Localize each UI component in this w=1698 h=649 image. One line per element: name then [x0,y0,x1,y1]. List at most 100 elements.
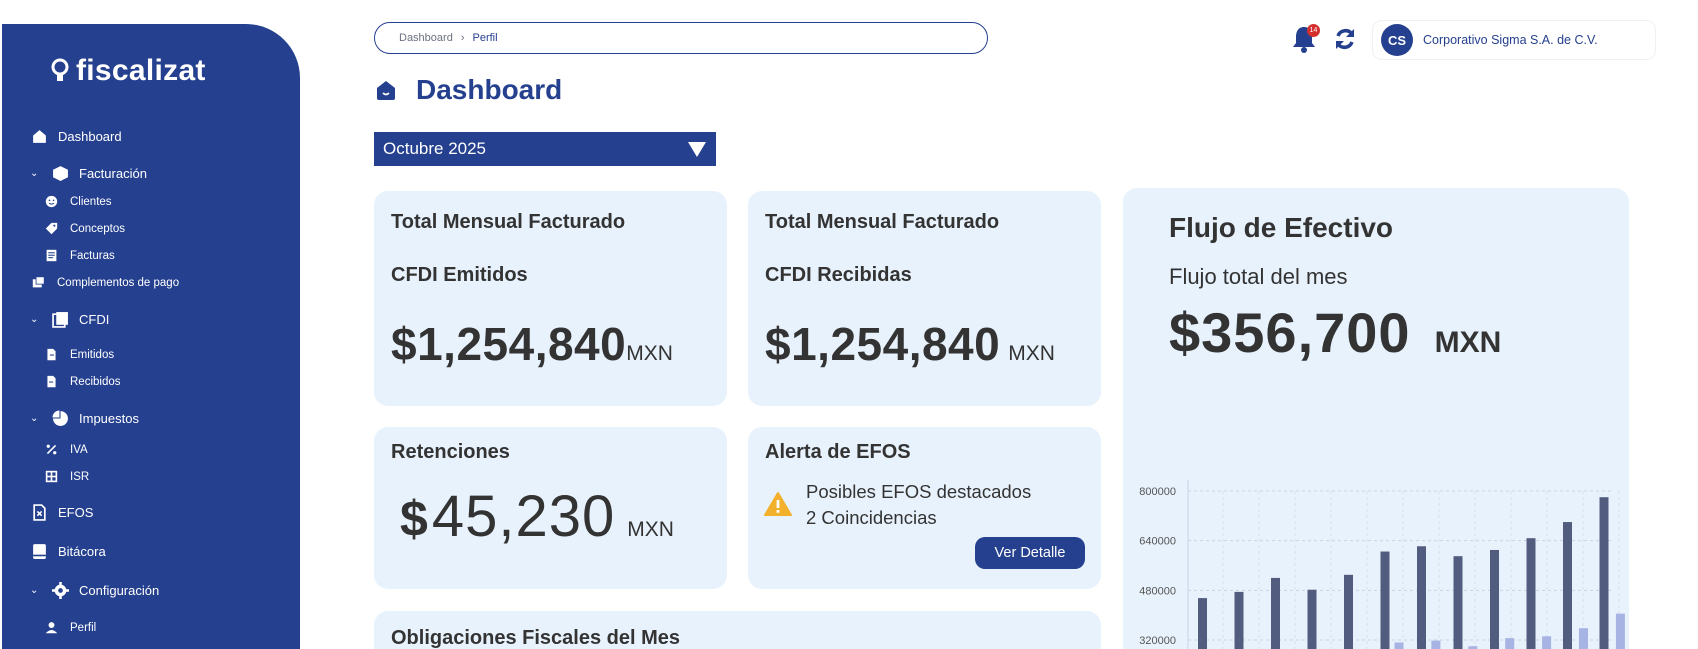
efos-line-2: 2 Coincidencias [806,507,937,528]
user-menu[interactable]: CS Corporativo Sigma S.A. de C.V. [1372,20,1656,60]
month-select[interactable]: Octubre 2025 [374,132,716,166]
sidebar-item-label: Recibidos [70,375,121,388]
caret-down-icon [688,141,706,157]
breadcrumb: Dashboard › Perfil [374,22,988,54]
chevron-down-icon[interactable]: ⌄ [30,413,40,424]
card-amount: 45,230 [431,484,616,549]
percent-icon [46,444,57,455]
notification-bell-button[interactable]: 14 [1290,24,1320,54]
page-title-text: Dashboard [416,74,563,105]
card-title: Retenciones [391,441,510,463]
user-name: Corporativo Sigma S.A. de C.V. [1423,33,1598,47]
sidebar-item-facturación[interactable]: ⌄ Facturación [30,165,147,182]
file-in-icon [47,375,56,388]
card-title: Flujo de Efectivo [1169,212,1394,243]
breadcrumb-item-dashboard[interactable]: Dashboard [399,32,453,44]
chevron-down-icon[interactable]: ⌄ [30,168,40,179]
card-subtitle: CFDI Emitidos [391,264,528,286]
sidebar-item-clientes[interactable]: Clientes [45,195,112,208]
bar-series-1 [1453,556,1463,649]
month-select-value: Octubre 2025 [383,139,487,158]
tag-icon [45,222,58,235]
sidebar-item-iva[interactable]: IVA [45,443,88,456]
card-title: Total Mensual Facturado [765,211,1000,233]
smile-icon [45,195,58,208]
sidebar-item-label: CFDI [79,312,110,327]
sidebar-item-label: Perfil [70,621,97,634]
y-tick-label: 640000 [1139,536,1176,548]
notification-count-badge: 14 [1307,24,1320,37]
sidebar-item-label: EFOS [58,505,94,520]
sidebar-item-configuración[interactable]: ⌄ Configuración [30,582,159,599]
card-retenciones: Retenciones $ 45,230 MXN [374,427,727,589]
chevron-right-icon: › [460,32,465,44]
bar-series-1 [1234,591,1244,649]
sidebar-item-label: Complementos de pago [57,276,180,289]
card-title: Total Mensual Facturado [391,211,626,233]
bar-series-2 [1579,628,1588,649]
sidebar-item-label: ISR [70,470,90,483]
card-amount: $356,700 [1169,301,1411,364]
card-cfdi-recibidas: Total Mensual Facturado CFDI Recibidas $… [748,191,1101,406]
breadcrumb-item-perfil: Perfil [472,32,498,44]
bar-series-1 [1526,538,1536,649]
card-amount: $1,254,840 [391,318,627,370]
page-title: Dashboard [374,74,562,106]
bar-series-2 [1431,640,1441,649]
sidebar-item-efos[interactable]: EFOS [31,504,93,521]
flujo-bar-chart: 800000 640000 480000 320000 [1139,480,1625,649]
bar-series-1 [1563,522,1572,649]
card-unit: MXN [626,342,673,365]
sidebar-item-emitidos[interactable]: Emitidos [45,348,114,361]
sidebar-item-label: Facturación [79,166,147,181]
sidebar-item-label: Facturas [70,249,115,262]
sidebar-item-perfil[interactable]: Perfil [45,621,96,634]
brand-logo[interactable]: fiscalizat [50,54,206,88]
refresh-button[interactable] [1332,26,1358,52]
card-obligaciones-fiscales: Obligaciones Fiscales del Mes [374,611,1101,649]
document-stack-icon [52,312,68,328]
sidebar-item-conceptos[interactable]: Conceptos [45,222,125,235]
chevron-down-icon[interactable]: ⌄ [30,314,40,325]
sidebar-item-bitácora[interactable]: Bitácora [31,543,106,560]
bar-series-1 [1380,551,1390,649]
y-tick-label: 480000 [1139,585,1176,597]
efos-line-1: Posibles EFOS destacados [806,481,1032,502]
sidebar-item-complementos-de-pago[interactable]: Complementos de pago [32,276,179,289]
warning-icon [764,492,792,516]
bar-series-1 [1599,497,1609,649]
bar-series-2 [1615,613,1625,649]
receipt-icon [46,249,57,262]
card-title: Alerta de EFOS [765,441,911,463]
calculator-icon [45,470,58,483]
avatar: CS [1381,24,1413,56]
sidebar-item-isr[interactable]: ISR [45,470,89,483]
bar-series-1 [1490,549,1499,649]
gear-icon [52,582,69,599]
card-unit: MXN [1008,342,1055,365]
card-subtitle: CFDI Recibidas [765,264,912,286]
card-title: Obligaciones Fiscales del Mes [391,627,681,649]
sidebar-item-label: Dashboard [58,129,122,144]
card-unit: MXN [627,518,674,541]
bar-series-1 [1198,598,1207,649]
sidebar-item-facturas[interactable]: Facturas [45,249,115,262]
bar-series-2 [1505,638,1515,649]
refresh-icon [1336,29,1354,49]
bar-series-1 [1307,589,1317,649]
flujo-chart: 800000 640000 480000 320000 [1128,480,1628,649]
card-cfdi-emitidos: Total Mensual Facturado CFDI Emitidos $1… [374,191,727,406]
chevron-down-icon[interactable]: ⌄ [30,585,40,596]
sidebar-item-dashboard[interactable]: Dashboard [31,128,122,145]
bar-series-1 [1271,577,1280,649]
sidebar-item-recibidos[interactable]: Recibidos [45,375,121,388]
file-out-icon [47,348,56,361]
card-amount: $1,254,840 [765,318,1001,370]
sidebar-item-label: Bitácora [58,544,106,559]
card-subtitle: Flujo total del mes [1169,264,1348,289]
sidebar-item-impuestos[interactable]: ⌄ Impuestos [30,410,139,427]
y-tick-label: 320000 [1139,635,1176,647]
sidebar-item-cfdi[interactable]: ⌄ CFDI [30,311,109,328]
app-root: fiscalizat Dashboard ⌄ Facturación Clientes… [0,0,1698,649]
ver-detalle-button[interactable]: Ver Detalle [975,537,1085,569]
